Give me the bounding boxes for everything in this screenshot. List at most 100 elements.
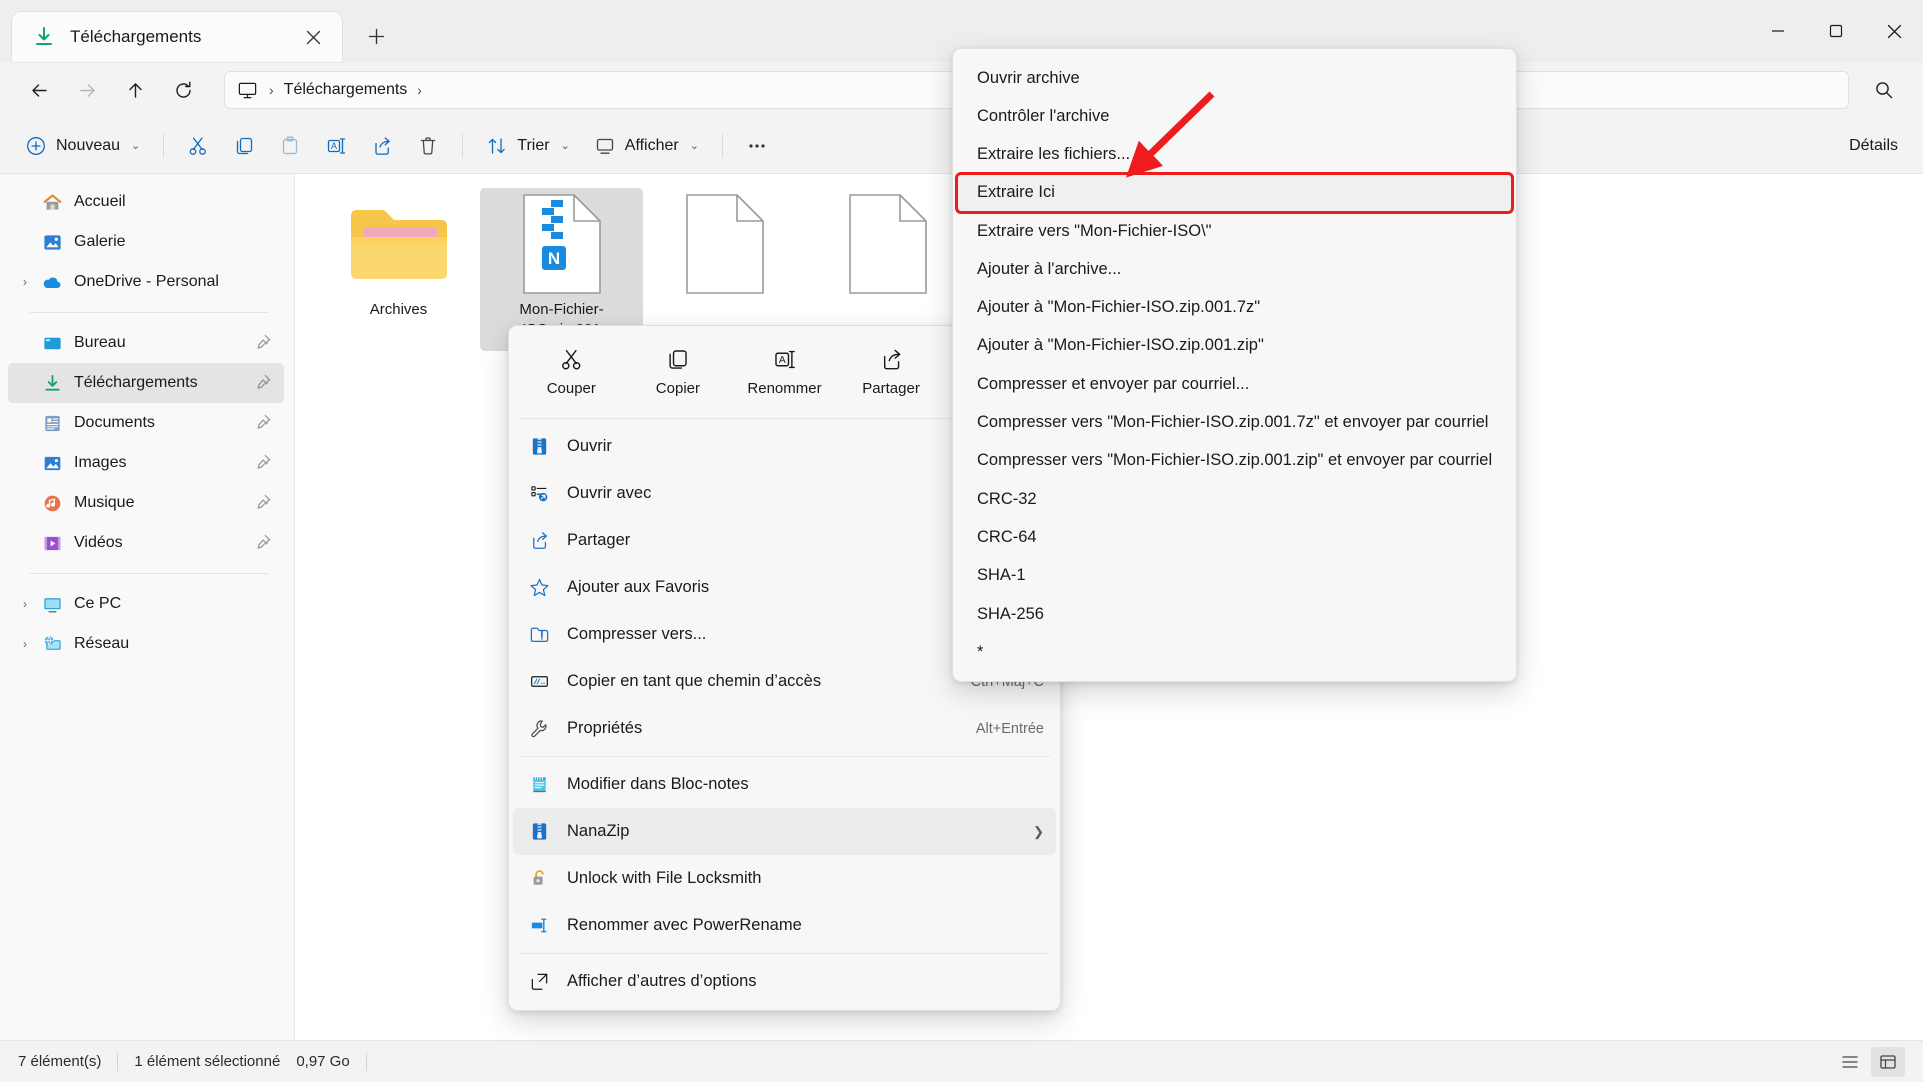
file-item-archives[interactable]: Archives bbox=[317, 188, 480, 351]
ctx-item-label: Ajouter aux Favoris bbox=[567, 578, 710, 596]
ctx-item-accelerator: Alt+Entrée bbox=[975, 720, 1044, 737]
submenu-item-crc32[interactable]: CRC-32 bbox=[957, 480, 1512, 518]
file-explorer-window: Téléchargements › Téléchargements › Nouv… bbox=[0, 0, 1923, 1082]
sidebar-item-documents[interactable]: Documents bbox=[8, 403, 284, 443]
pin-icon[interactable] bbox=[254, 533, 274, 553]
sidebar-item-reseau[interactable]: › Réseau bbox=[8, 624, 284, 664]
submenu-item-asterisk[interactable]: * bbox=[957, 633, 1512, 671]
rename-button[interactable]: A bbox=[314, 126, 358, 166]
new-tab-button[interactable] bbox=[356, 16, 396, 56]
open-with-icon bbox=[525, 483, 553, 504]
ctx-item-renommer-powerrename[interactable]: Renommer avec PowerRename bbox=[513, 902, 1056, 949]
submenu-item-extraire-les-fichiers[interactable]: Extraire les fichiers... bbox=[957, 136, 1512, 174]
divider bbox=[163, 133, 165, 158]
sort-button[interactable]: Trier ⌄ bbox=[475, 126, 581, 166]
maximize-button[interactable] bbox=[1807, 0, 1865, 62]
close-icon[interactable] bbox=[298, 22, 328, 52]
search-icon[interactable] bbox=[1863, 71, 1905, 109]
ctx-rename-label: Renommer bbox=[747, 380, 822, 397]
breadcrumb-separator-2: › bbox=[417, 82, 422, 98]
pin-icon[interactable] bbox=[254, 333, 274, 353]
submenu-item-compresser-zip-courriel[interactable]: Compresser vers "Mon-Fichier-ISO.zip.001… bbox=[957, 442, 1512, 480]
gallery-icon bbox=[38, 232, 66, 253]
sidebar-divider-2 bbox=[30, 573, 268, 574]
chevron-right-icon[interactable]: › bbox=[12, 597, 38, 611]
submenu-item-label: Contrôler l'archive bbox=[977, 106, 1110, 125]
nanazip-submenu[interactable]: Ouvrir archive Contrôler l'archive Extra… bbox=[952, 48, 1517, 683]
sidebar-item-telechargements[interactable]: Téléchargements bbox=[8, 363, 284, 403]
ctx-share-button[interactable]: Partager bbox=[844, 339, 938, 404]
submenu-item-sha256[interactable]: SHA-256 bbox=[957, 595, 1512, 633]
more-options-button[interactable] bbox=[735, 126, 779, 166]
share-button[interactable] bbox=[360, 126, 404, 166]
submenu-item-ajouter-7z[interactable]: Ajouter à "Mon-Fichier-ISO.zip.001.7z" bbox=[957, 288, 1512, 326]
lock-icon bbox=[525, 868, 553, 889]
sidebar-item-label: Galerie bbox=[74, 233, 126, 250]
delete-button[interactable] bbox=[406, 126, 450, 166]
ctx-cut-button[interactable]: Couper bbox=[524, 339, 618, 404]
ctx-item-modifier-bloc-notes[interactable]: Modifier dans Bloc-notes bbox=[513, 761, 1056, 808]
sidebar-item-galerie[interactable]: Galerie bbox=[8, 222, 284, 262]
submenu-item-crc64[interactable]: CRC-64 bbox=[957, 518, 1512, 556]
submenu-item-extraire-ici[interactable]: Extraire Ici bbox=[955, 171, 1514, 214]
home-icon bbox=[38, 192, 66, 213]
submenu-item-label: SHA-256 bbox=[977, 604, 1044, 623]
sidebar-item-accueil[interactable]: Accueil bbox=[8, 182, 284, 222]
submenu-item-extraire-vers[interactable]: Extraire vers "Mon-Fichier-ISO\" bbox=[957, 212, 1512, 250]
ctx-item-nanazip[interactable]: NanaZip ❯ bbox=[513, 808, 1056, 855]
wrench-icon bbox=[525, 718, 553, 739]
chevron-right-icon[interactable]: › bbox=[12, 275, 38, 289]
details-pane-button[interactable]: Détails bbox=[1838, 126, 1909, 166]
sidebar-item-images[interactable]: Images bbox=[8, 443, 284, 483]
pin-icon[interactable] bbox=[254, 493, 274, 513]
chevron-right-icon[interactable]: › bbox=[12, 637, 38, 651]
submenu-item-ajouter-a-archive[interactable]: Ajouter à l'archive... bbox=[957, 250, 1512, 288]
ctx-copy-button[interactable]: Copier bbox=[631, 339, 725, 404]
paste-button[interactable] bbox=[268, 126, 312, 166]
details-view-button[interactable] bbox=[1871, 1046, 1905, 1077]
divider-2 bbox=[365, 1052, 367, 1071]
pin-icon[interactable] bbox=[254, 453, 274, 473]
cut-button[interactable] bbox=[176, 126, 220, 166]
sidebar-item-onedrive[interactable]: › OneDrive - Personal bbox=[8, 262, 284, 302]
context-menu-divider-3 bbox=[519, 953, 1050, 954]
tab-telechargements[interactable]: Téléchargements bbox=[12, 12, 342, 62]
submenu-item-label: Extraire Ici bbox=[977, 183, 1055, 202]
sidebar-item-videos[interactable]: Vidéos bbox=[8, 523, 284, 563]
list-view-button[interactable] bbox=[1833, 1047, 1867, 1077]
submenu-item-label: SHA-1 bbox=[977, 566, 1026, 585]
ctx-rename-button[interactable]: A Renommer bbox=[737, 339, 831, 404]
sidebar-item-label: Accueil bbox=[74, 193, 126, 210]
tab-title: Téléchargements bbox=[70, 27, 202, 46]
refresh-button[interactable] bbox=[162, 71, 204, 109]
ctx-item-unlock-file-locksmith[interactable]: Unlock with File Locksmith bbox=[513, 855, 1056, 902]
submenu-item-ouvrir-archive[interactable]: Ouvrir archive bbox=[957, 59, 1512, 97]
divider-2 bbox=[462, 133, 464, 158]
submenu-item-sha1[interactable]: SHA-1 bbox=[957, 557, 1512, 595]
compress-icon bbox=[525, 624, 553, 645]
new-button[interactable]: Nouveau ⌄ bbox=[14, 126, 151, 166]
submenu-item-compresser-7z-courriel[interactable]: Compresser vers "Mon-Fichier-ISO.zip.001… bbox=[957, 403, 1512, 441]
breadcrumb-current[interactable]: Téléchargements bbox=[284, 81, 408, 99]
up-button[interactable] bbox=[114, 71, 156, 109]
back-button[interactable] bbox=[18, 71, 60, 109]
minimize-button[interactable] bbox=[1749, 0, 1807, 62]
pin-icon[interactable] bbox=[254, 373, 274, 393]
sidebar-item-musique[interactable]: Musique bbox=[8, 483, 284, 523]
submenu-item-compresser-envoyer-courriel[interactable]: Compresser et envoyer par courriel... bbox=[957, 365, 1512, 403]
ctx-item-proprietes[interactable]: Propriétés Alt+Entrée bbox=[513, 705, 1056, 752]
submenu-item-controler-archive[interactable]: Contrôler l'archive bbox=[957, 97, 1512, 135]
copy-button[interactable] bbox=[222, 126, 266, 166]
close-button[interactable] bbox=[1865, 0, 1923, 62]
submenu-item-label: * bbox=[977, 642, 984, 661]
pin-icon[interactable] bbox=[254, 413, 274, 433]
submenu-item-ajouter-zip[interactable]: Ajouter à "Mon-Fichier-ISO.zip.001.zip" bbox=[957, 327, 1512, 365]
svg-text:N: N bbox=[547, 249, 559, 268]
sidebar-item-ce-pc[interactable]: › Ce PC bbox=[8, 584, 284, 624]
ctx-item-afficher-autres-options[interactable]: Afficher d’autres d’options bbox=[513, 958, 1056, 1005]
view-button[interactable]: Afficher ⌄ bbox=[583, 126, 710, 166]
sidebar-item-bureau[interactable]: Bureau bbox=[8, 323, 284, 363]
network-icon bbox=[38, 634, 66, 655]
this-pc-icon[interactable] bbox=[235, 78, 259, 102]
forward-button[interactable] bbox=[66, 71, 108, 109]
